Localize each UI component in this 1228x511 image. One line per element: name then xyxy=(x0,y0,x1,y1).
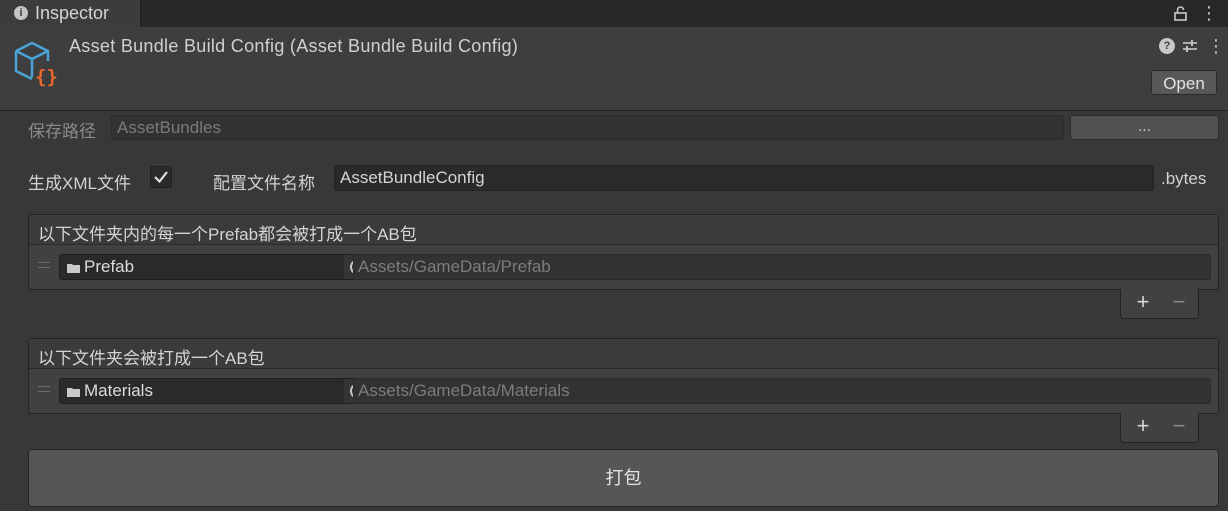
add-item-button[interactable]: + xyxy=(1133,289,1153,315)
remove-item-button[interactable]: − xyxy=(1169,413,1189,439)
generate-xml-checkbox[interactable] xyxy=(150,166,172,188)
kebab-menu-icon[interactable]: ⋮ xyxy=(1207,35,1225,57)
build-button[interactable]: 打包 xyxy=(28,449,1219,507)
window-tab-bar: i Inspector ⋮ xyxy=(0,0,1228,27)
tab-inspector-label: Inspector xyxy=(35,3,110,23)
object-field-label: Prefab xyxy=(84,257,135,276)
remove-item-button[interactable]: − xyxy=(1169,289,1189,315)
config-name-field[interactable]: AssetBundleConfig xyxy=(334,165,1154,191)
drag-handle-icon[interactable] xyxy=(38,262,50,268)
help-icon[interactable]: ? xyxy=(1159,38,1175,54)
save-path-label: 保存路径 xyxy=(28,122,96,141)
path-field: Assets/GameData/Materials xyxy=(353,378,1211,404)
kebab-menu-icon[interactable]: ⋮ xyxy=(1200,3,1218,23)
generate-xml-label: 生成XML文件 xyxy=(28,174,131,193)
folder-list: 以下文件夹会被打成一个AB包 Materials Assets/GameData… xyxy=(28,338,1219,414)
object-field-label: Materials xyxy=(84,381,153,400)
folder-icon xyxy=(67,388,80,397)
page-title: Asset Bundle Build Config (Asset Bundle … xyxy=(69,36,519,56)
config-name-label: 配置文件名称 xyxy=(213,174,315,193)
save-path-field: AssetBundles xyxy=(111,115,1064,140)
list-header: 以下文件夹内的每一个Prefab都会被打成一个AB包 xyxy=(29,215,1218,245)
prefab-list-header-label: 以下文件夹内的每一个Prefab都会被打成一个AB包 xyxy=(38,225,417,244)
path-field: Assets/GameData/Prefab xyxy=(353,254,1211,280)
prefab-folder-list: 以下文件夹内的每一个Prefab都会被打成一个AB包 Prefab Assets… xyxy=(28,214,1219,290)
inspector-header: {} Asset Bundle Build Config (Asset Bund… xyxy=(0,27,1228,111)
list-header: 以下文件夹会被打成一个AB包 xyxy=(29,339,1218,369)
svg-text:{}: {} xyxy=(35,66,58,87)
presets-icon[interactable] xyxy=(1181,37,1199,55)
scriptable-object-icon: {} xyxy=(14,41,58,87)
folder-list-footer: + − xyxy=(1120,413,1199,443)
object-field-prefab[interactable]: Prefab xyxy=(59,254,372,280)
folder-icon xyxy=(67,264,80,273)
open-button[interactable]: Open xyxy=(1151,70,1217,95)
prefab-list-footer: + − xyxy=(1120,289,1199,319)
tab-inspector[interactable]: i Inspector xyxy=(0,0,141,27)
add-item-button[interactable]: + xyxy=(1133,413,1153,439)
info-icon: i xyxy=(14,6,28,20)
drag-handle-icon[interactable] xyxy=(38,386,50,392)
checkmark-icon xyxy=(154,171,168,184)
lock-icon[interactable] xyxy=(1172,4,1190,22)
object-field-materials[interactable]: Materials xyxy=(59,378,372,404)
folder-list-header-label: 以下文件夹会被打成一个AB包 xyxy=(38,349,265,368)
config-suffix-label: .bytes xyxy=(1161,169,1207,188)
browse-button[interactable]: ... xyxy=(1070,115,1219,140)
